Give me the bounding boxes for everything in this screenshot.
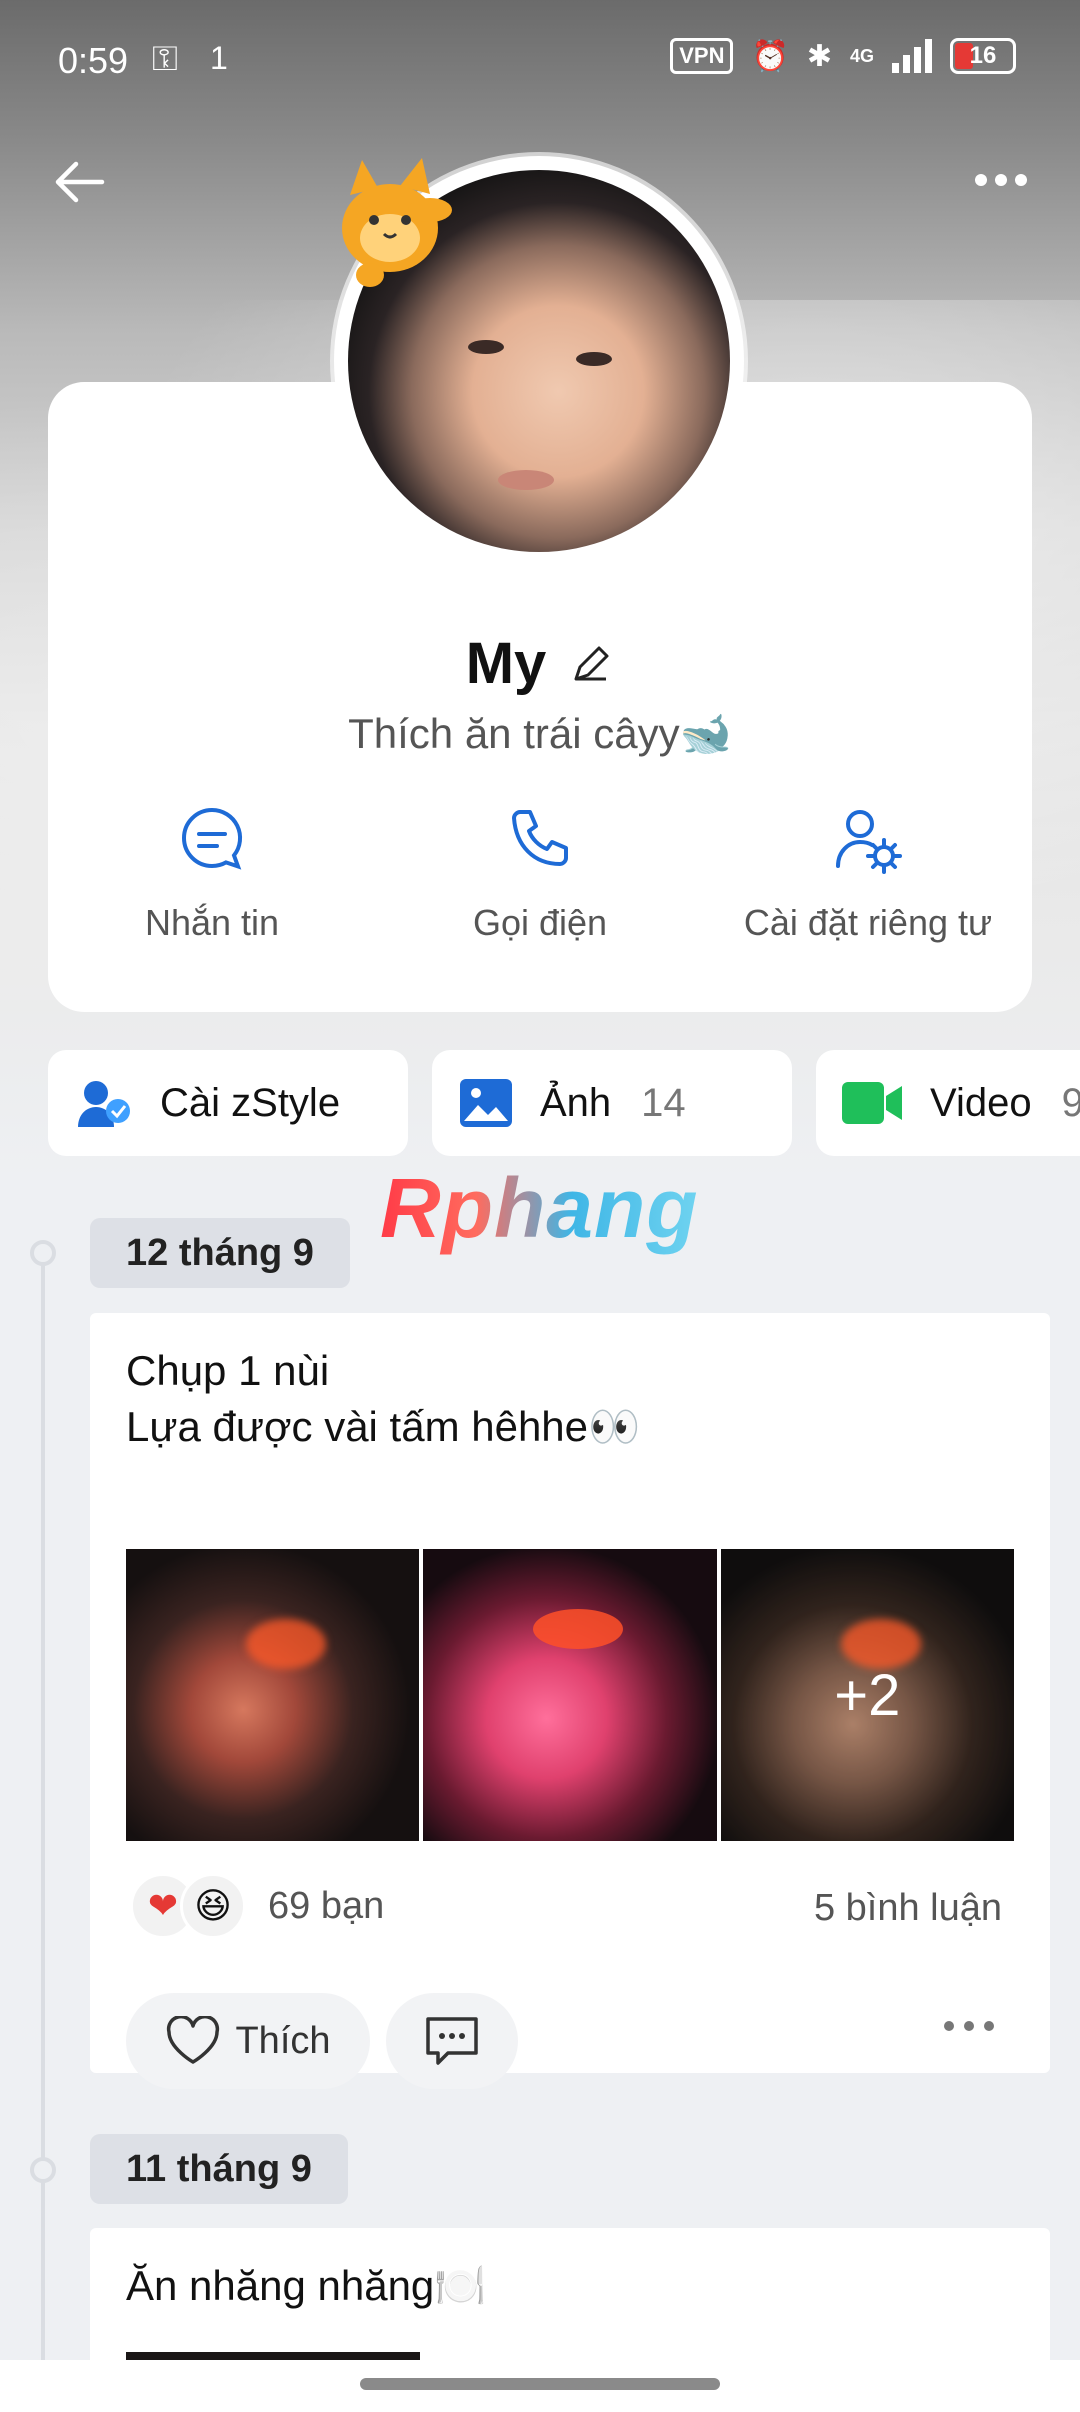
post-text-line: Ăn nhăng nhăng🍽️ — [126, 2262, 487, 2309]
comment-button[interactable] — [386, 1993, 518, 2089]
post-photos: +2 — [126, 1549, 1014, 1841]
status-time: 0:59 — [58, 40, 129, 81]
call-label: Gọi điện — [472, 902, 608, 943]
comment-icon — [426, 2017, 478, 2065]
battery-icon: 16 — [950, 38, 1016, 74]
profile-bio: Thích ăn trái câyy🐋 — [348, 710, 732, 757]
privacy-settings-label: Cài đặt riêng tư — [743, 902, 993, 943]
status-bar: 0:59 ⚿ 1 VPN ⏰ ✱ 4G 16 — [0, 0, 1080, 110]
post-text: Ăn nhăng nhăng🍽️ — [90, 2228, 1050, 2314]
more-options-button[interactable] — [966, 150, 1036, 210]
back-button[interactable] — [50, 150, 114, 214]
message-label: Nhắn tin — [144, 902, 280, 943]
photos-chip[interactable]: Ảnh 14 — [432, 1050, 792, 1156]
post-text: Chụp 1 nùi Lựa được vài tấm hêhhe👀 — [90, 1313, 1050, 1455]
video-chip[interactable]: Video 9 — [816, 1050, 1080, 1156]
more-photos-count: +2 — [720, 1549, 1014, 1841]
timeline-dot — [30, 2157, 56, 2183]
phone-icon — [500, 800, 580, 880]
reactions-summary[interactable]: ❤ 😆 69 bạn — [130, 1873, 384, 1939]
like-button[interactable]: Thích — [126, 1993, 370, 2089]
profile-chips: Cài zStyle Ảnh 14 Video 9 — [48, 1050, 1080, 1156]
timeline-post[interactable]: Chụp 1 nùi Lựa được vài tấm hêhhe👀 +2 ❤ … — [90, 1313, 1050, 2089]
key-icon: ⚿ — [152, 40, 178, 78]
zstyle-icon — [78, 1081, 130, 1127]
photos-count: 14 — [641, 1080, 686, 1125]
profile-name: My — [465, 631, 547, 696]
post-more-button[interactable] — [944, 2021, 994, 2031]
post-photo[interactable] — [423, 1549, 717, 1841]
privacy-settings-icon — [828, 800, 908, 880]
zstyle-chip[interactable]: Cài zStyle — [48, 1050, 408, 1156]
back-arrow-icon — [55, 161, 105, 203]
post-text-line: Lựa được vài tấm hêhhe👀 — [126, 1403, 641, 1450]
video-icon — [842, 1082, 902, 1124]
home-indicator[interactable] — [360, 2378, 720, 2390]
cat-sticker-icon — [330, 150, 460, 290]
timeline-line — [41, 1265, 45, 2412]
message-icon — [172, 800, 252, 880]
post-photo[interactable] — [126, 1549, 420, 1841]
message-button[interactable]: Nhắn tin — [48, 800, 376, 944]
vpn-badge: VPN — [670, 38, 734, 74]
battery-level: 16 — [969, 42, 997, 69]
comment-count[interactable]: 5 bình luận — [814, 1887, 1002, 1930]
profile-name-row: My — [0, 630, 1080, 697]
video-count: 9 — [1061, 1080, 1080, 1125]
photos-label: Ảnh — [540, 1080, 612, 1125]
post-text-line: Chụp 1 nùi — [126, 1347, 330, 1394]
call-button[interactable]: Gọi điện — [376, 800, 704, 944]
status-right: VPN ⏰ ✱ 4G 16 — [670, 38, 1016, 74]
alarm-icon: ⏰ — [751, 39, 789, 73]
reaction-count: 69 bạn — [268, 1884, 385, 1927]
bluetooth-icon: ✱ — [806, 39, 832, 73]
timeline-dot — [30, 1240, 56, 1266]
edit-name-icon[interactable] — [568, 641, 614, 687]
date-label: 12 tháng 9 — [90, 1218, 350, 1288]
laugh-reaction-icon: 😆 — [180, 1873, 246, 1939]
privacy-settings-button[interactable]: Cài đặt riêng tư — [704, 800, 1032, 944]
profile-actions: Nhắn tin Gọi điện Cài đặt riêng tư — [48, 800, 1032, 970]
zstyle-label: Cài zStyle — [160, 1080, 341, 1125]
image-icon — [460, 1079, 512, 1127]
post-photo[interactable]: +2 — [720, 1549, 1014, 1841]
like-label: Thích — [235, 2019, 331, 2062]
video-label: Video — [930, 1080, 1032, 1125]
date-label: 11 tháng 9 — [90, 2134, 348, 2204]
signal-icon — [892, 39, 932, 73]
network-type: 4G — [849, 45, 874, 66]
watermark-logo: Rphang — [380, 1161, 699, 1255]
heart-outline-icon — [167, 2016, 220, 2064]
network-indicator: 1 — [210, 40, 228, 76]
